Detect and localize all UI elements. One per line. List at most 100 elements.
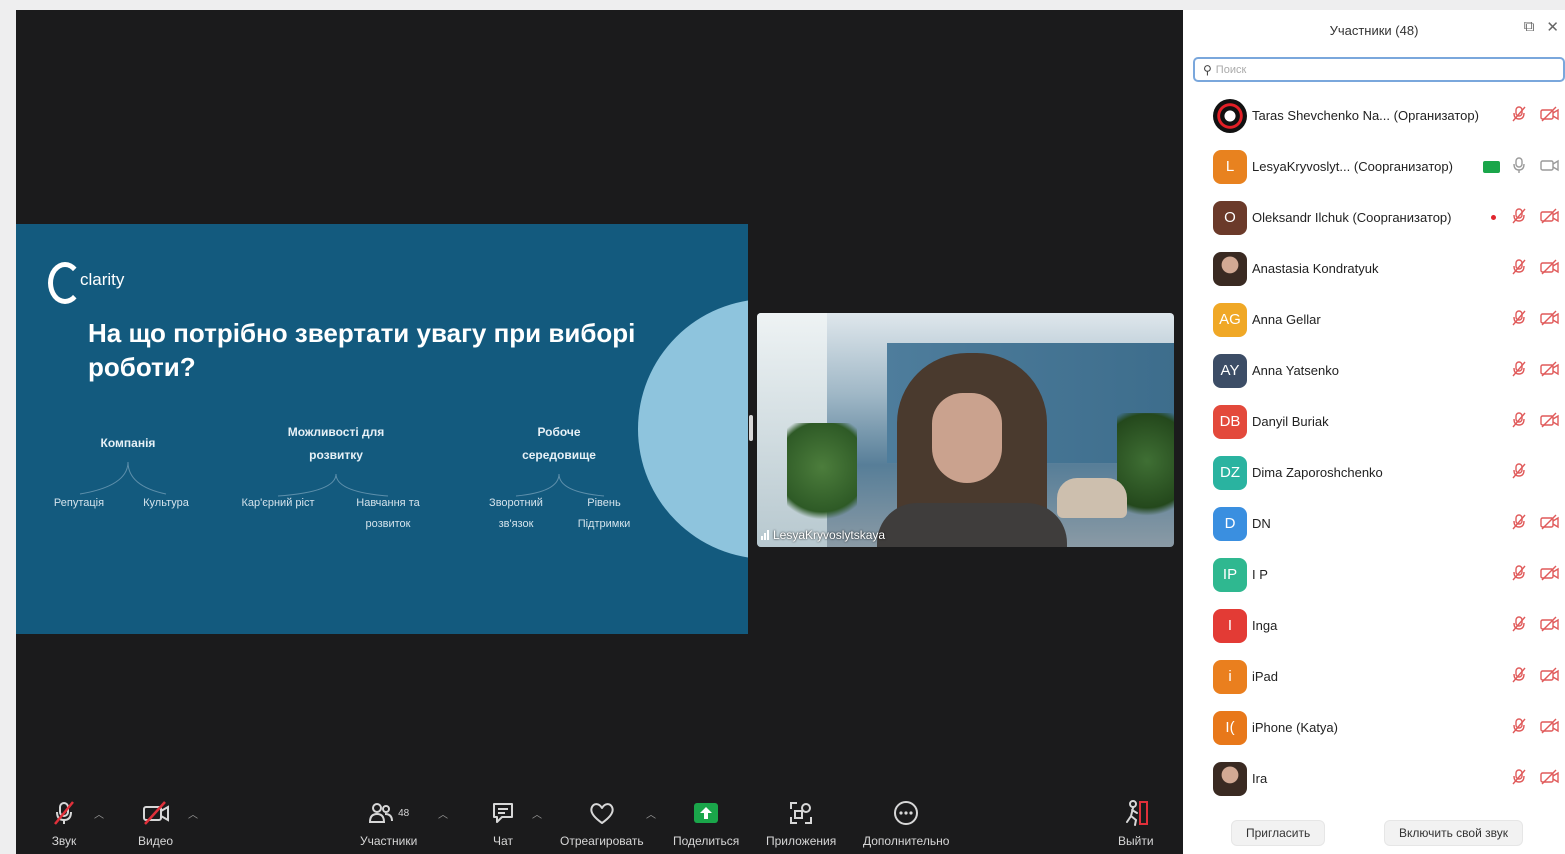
mic-muted-icon[interactable] — [1511, 513, 1527, 534]
mic-icon[interactable] — [1511, 156, 1527, 177]
invite-button[interactable]: Пригласить — [1231, 820, 1326, 846]
split-view-handle[interactable] — [749, 415, 753, 441]
camera-off-icon[interactable] — [1540, 412, 1560, 431]
audio-label: Звук — [51, 834, 77, 848]
avatar: AG — [1213, 302, 1247, 337]
participant-row[interactable]: IP I P — [1183, 549, 1565, 600]
leave-label: Выйти — [1118, 834, 1154, 848]
camera-off-icon[interactable] — [1540, 259, 1560, 278]
participant-display-name: DN — [1252, 516, 1271, 531]
video-plant — [787, 423, 857, 533]
participant-name: Taras Shevchenko Na... (Организатор) — [1252, 108, 1479, 123]
react-options-caret-icon[interactable]: ︿ — [646, 806, 656, 821]
participant-row[interactable]: DB Danyil Buriak — [1183, 396, 1565, 447]
participant-display-name: Oleksandr Ilchuk — [1252, 210, 1349, 225]
camera-off-icon — [141, 796, 171, 830]
mic-muted-icon[interactable] — [1511, 462, 1527, 483]
participant-row[interactable]: L LesyaKryvoslyt... (Соорганизатор) — [1183, 141, 1565, 192]
video-label: Видео — [138, 834, 174, 848]
mic-muted-icon[interactable] — [1511, 666, 1527, 687]
participants-icon: 48 — [368, 796, 409, 830]
mic-muted-icon[interactable] — [1511, 411, 1527, 432]
apps-icon — [787, 796, 815, 830]
camera-off-icon[interactable] — [1540, 310, 1560, 329]
participants-options-caret-icon[interactable]: ︿ — [438, 806, 448, 821]
camera-off-icon[interactable] — [1540, 208, 1560, 227]
participant-display-name: Dima Zaporoshchenko — [1252, 465, 1383, 480]
camera-off-icon[interactable] — [1540, 361, 1560, 380]
camera-off-icon[interactable] — [1540, 565, 1560, 584]
mic-muted-icon[interactable] — [1511, 768, 1527, 789]
mic-muted-icon[interactable] — [1511, 564, 1527, 585]
participant-display-name: Anna Gellar — [1252, 312, 1321, 327]
chat-options-caret-icon[interactable]: ︿ — [532, 806, 542, 821]
more-button[interactable]: Дополнительно — [863, 796, 949, 848]
mic-muted-icon[interactable] — [1511, 207, 1527, 228]
avatar: I( — [1213, 710, 1247, 745]
screen-share-icon — [1483, 160, 1500, 173]
camera-off-icon[interactable] — [1540, 616, 1560, 635]
participant-name: Dima Zaporoshchenko — [1252, 465, 1383, 480]
participant-row[interactable]: I( iPhone (Katya) — [1183, 702, 1565, 753]
participant-display-name: Anna Yatsenko — [1252, 363, 1339, 378]
avatar: AY — [1213, 353, 1247, 388]
participant-display-name: Anastasia Kondratyuk — [1252, 261, 1379, 276]
camera-off-icon[interactable] — [1540, 667, 1560, 686]
participant-row[interactable]: O Oleksandr Ilchuk (Соорганизатор) — [1183, 192, 1565, 243]
apps-label: Приложения — [766, 834, 837, 848]
participant-name: Ira — [1252, 771, 1267, 786]
mic-muted-icon[interactable] — [1511, 309, 1527, 330]
camera-off-icon[interactable] — [1540, 106, 1560, 125]
participant-display-name: Inga — [1252, 618, 1278, 633]
avatar: D — [1213, 506, 1247, 541]
popout-icon[interactable]: ⧉ — [1524, 18, 1535, 36]
panel-title: Участники (48) — [1329, 22, 1419, 38]
participant-row[interactable]: AY Anna Yatsenko — [1183, 345, 1565, 396]
node-reputation: Репутація — [53, 497, 105, 509]
search-input[interactable]: ⚲ Поиск — [1193, 57, 1565, 82]
mic-muted-icon[interactable] — [1511, 258, 1527, 279]
camera-off-icon[interactable] — [1540, 514, 1560, 533]
avatar: I — [1213, 608, 1247, 643]
leave-button[interactable]: Выйти — [1118, 796, 1154, 848]
participant-row[interactable]: Ira — [1183, 753, 1565, 804]
participant-row[interactable]: D DN — [1183, 498, 1565, 549]
share-button[interactable]: Поделиться — [673, 796, 739, 848]
participant-video-person — [877, 353, 1067, 547]
participant-row[interactable]: DZ Dima Zaporoshchenko — [1183, 447, 1565, 498]
camera-icon[interactable] — [1540, 157, 1560, 176]
participant-name: DN — [1252, 516, 1271, 531]
mic-muted-icon[interactable] — [1511, 360, 1527, 381]
chat-button[interactable]: Чат — [490, 796, 516, 848]
participant-row[interactable]: AG Anna Gellar — [1183, 294, 1565, 345]
node-growth-opportunities: Можливості для розвитку — [287, 425, 385, 462]
signal-strength-icon — [761, 530, 769, 540]
camera-off-icon[interactable] — [1540, 769, 1560, 788]
mic-muted-icon[interactable] — [1511, 717, 1527, 738]
close-icon[interactable]: ✕ — [1546, 18, 1559, 36]
video-button[interactable]: Видео — [138, 796, 173, 848]
participant-row[interactable]: i iPad — [1183, 651, 1565, 702]
apps-button[interactable]: Приложения — [766, 796, 836, 848]
video-options-caret-icon[interactable]: ︿ — [188, 806, 198, 821]
audio-button[interactable]: Звук — [50, 796, 78, 848]
participant-role: (Организатор) — [1393, 108, 1479, 123]
participants-button[interactable]: 48 Участники — [360, 796, 417, 848]
audio-options-caret-icon[interactable]: ︿ — [94, 806, 104, 821]
participant-row[interactable]: Anastasia Kondratyuk — [1183, 243, 1565, 294]
node-feedback: Зворотний зв'язок — [489, 497, 543, 530]
participant-row[interactable]: I Inga — [1183, 600, 1565, 651]
mic-muted-icon[interactable] — [1511, 105, 1527, 126]
participant-role: (Соорганизатор) — [1352, 210, 1452, 225]
meeting-toolbar: Звук ︿ Видео ︿ 48 Участники ︿ Чат ︿ Отре… — [16, 796, 1183, 854]
unmute-self-button[interactable]: Включить свой звук — [1384, 820, 1523, 846]
mic-muted-icon[interactable] — [1511, 615, 1527, 636]
participant-row[interactable]: Taras Shevchenko Na... (Организатор) — [1183, 90, 1565, 141]
meeting-stage: clarity На що потрібно звертати увагу пр… — [16, 10, 1183, 854]
participant-name: iPhone (Katya) — [1252, 720, 1338, 735]
participant-name: LesyaKryvoslyt... (Соорганизатор) — [1252, 159, 1453, 174]
react-button[interactable]: Отреагировать — [560, 796, 644, 848]
video-tile[interactable]: LesyaKryvoslytskaya — [757, 313, 1174, 547]
camera-off-icon[interactable] — [1540, 718, 1560, 737]
leave-icon — [1121, 796, 1151, 830]
